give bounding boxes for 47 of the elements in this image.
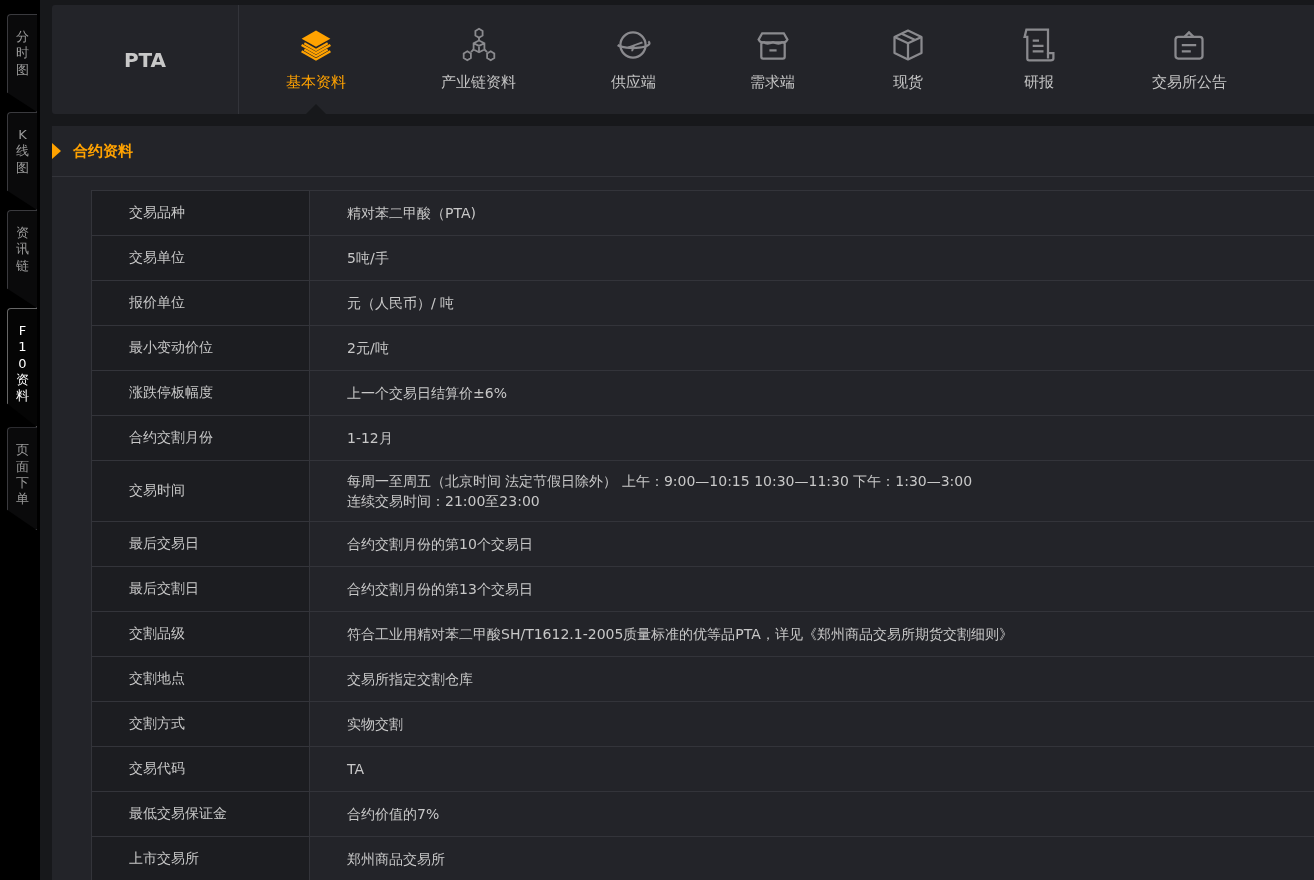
field-value: 精对苯二甲酸（PTA) [346,204,477,223]
nav-tab[interactable]: 供应端 [606,5,660,114]
side-tab[interactable]: 页面下单 [7,427,37,531]
field-value: 交易所指定交割仓库 [346,670,474,689]
field-value: 2元/吨 [346,339,390,358]
nav-tab[interactable]: 研报 [1016,5,1061,114]
field-label: 交易代码 [92,747,310,791]
nav-tab[interactable]: 产业链资料 [437,5,521,114]
field-value: 合约交割月份的第13个交易日 [346,580,534,599]
field-label: 交易品种 [92,191,310,235]
field-label: 报价单位 [92,281,310,325]
field-value: 元（人民币）/ 吨 [346,294,456,313]
field-label: 交割方式 [92,702,310,746]
field-label: 最后交割日 [92,567,310,611]
field-label: 最低交易保证金 [92,792,310,836]
field-label: 交割地点 [92,657,310,701]
product-name: PTA [52,5,239,114]
nav-tab[interactable]: 需求端 [746,5,800,114]
side-tab[interactable]: 分时图 [7,14,37,112]
field-label: 交易时间 [92,461,310,521]
nav-tab[interactable]: 基本资料 [282,5,351,114]
section-title: 合约资料 [73,141,133,161]
document-scroll-icon [1020,27,1057,63]
field-label: 交易单位 [92,236,310,280]
field-value: TA [346,760,366,779]
nav-tab[interactable]: 交易所公告 [1147,5,1231,114]
section-marker-icon [52,143,61,159]
side-tab[interactable]: K线图 [7,112,37,210]
field-value: 合约价值的7% [346,805,441,824]
field-label: 交割品级 [92,612,310,656]
nav-tab[interactable]: 现货 [886,5,931,114]
field-label: 合约交割月份 [92,416,310,460]
field-label: 最后交易日 [92,522,310,566]
field-value: 符合工业用精对苯二甲酸SH/T1612.1-2005质量标准的优等品PTA，详见《郑州商品交易所期货交割细则》 [346,625,1014,644]
field-value: 1-12月 [346,429,394,448]
field-label: 上市交易所 [92,837,310,880]
field-label: 最小变动价位 [92,326,310,370]
field-value: 合约交割月份的第10个交易日 [346,535,534,554]
field-value: 郑州商品交易所 [346,850,446,869]
field-value: 实物交割 [346,715,404,734]
side-tab[interactable]: F10资料 [7,308,37,428]
field-value: 每周一至周五（北京时间 法定节假日除外） 上午：9:00—10:15 10:30—11:30 下午：1:30—3:00 连续交易时间：21:00至23:00 [346,472,974,511]
field-value: 上一个交易日结算价±6% [346,384,508,403]
field-label: 涨跌停板幅度 [92,371,310,415]
hexagon-network-icon [460,27,497,63]
side-tab[interactable]: 资讯链 [7,210,37,308]
field-value: 5吨/手 [346,249,390,268]
